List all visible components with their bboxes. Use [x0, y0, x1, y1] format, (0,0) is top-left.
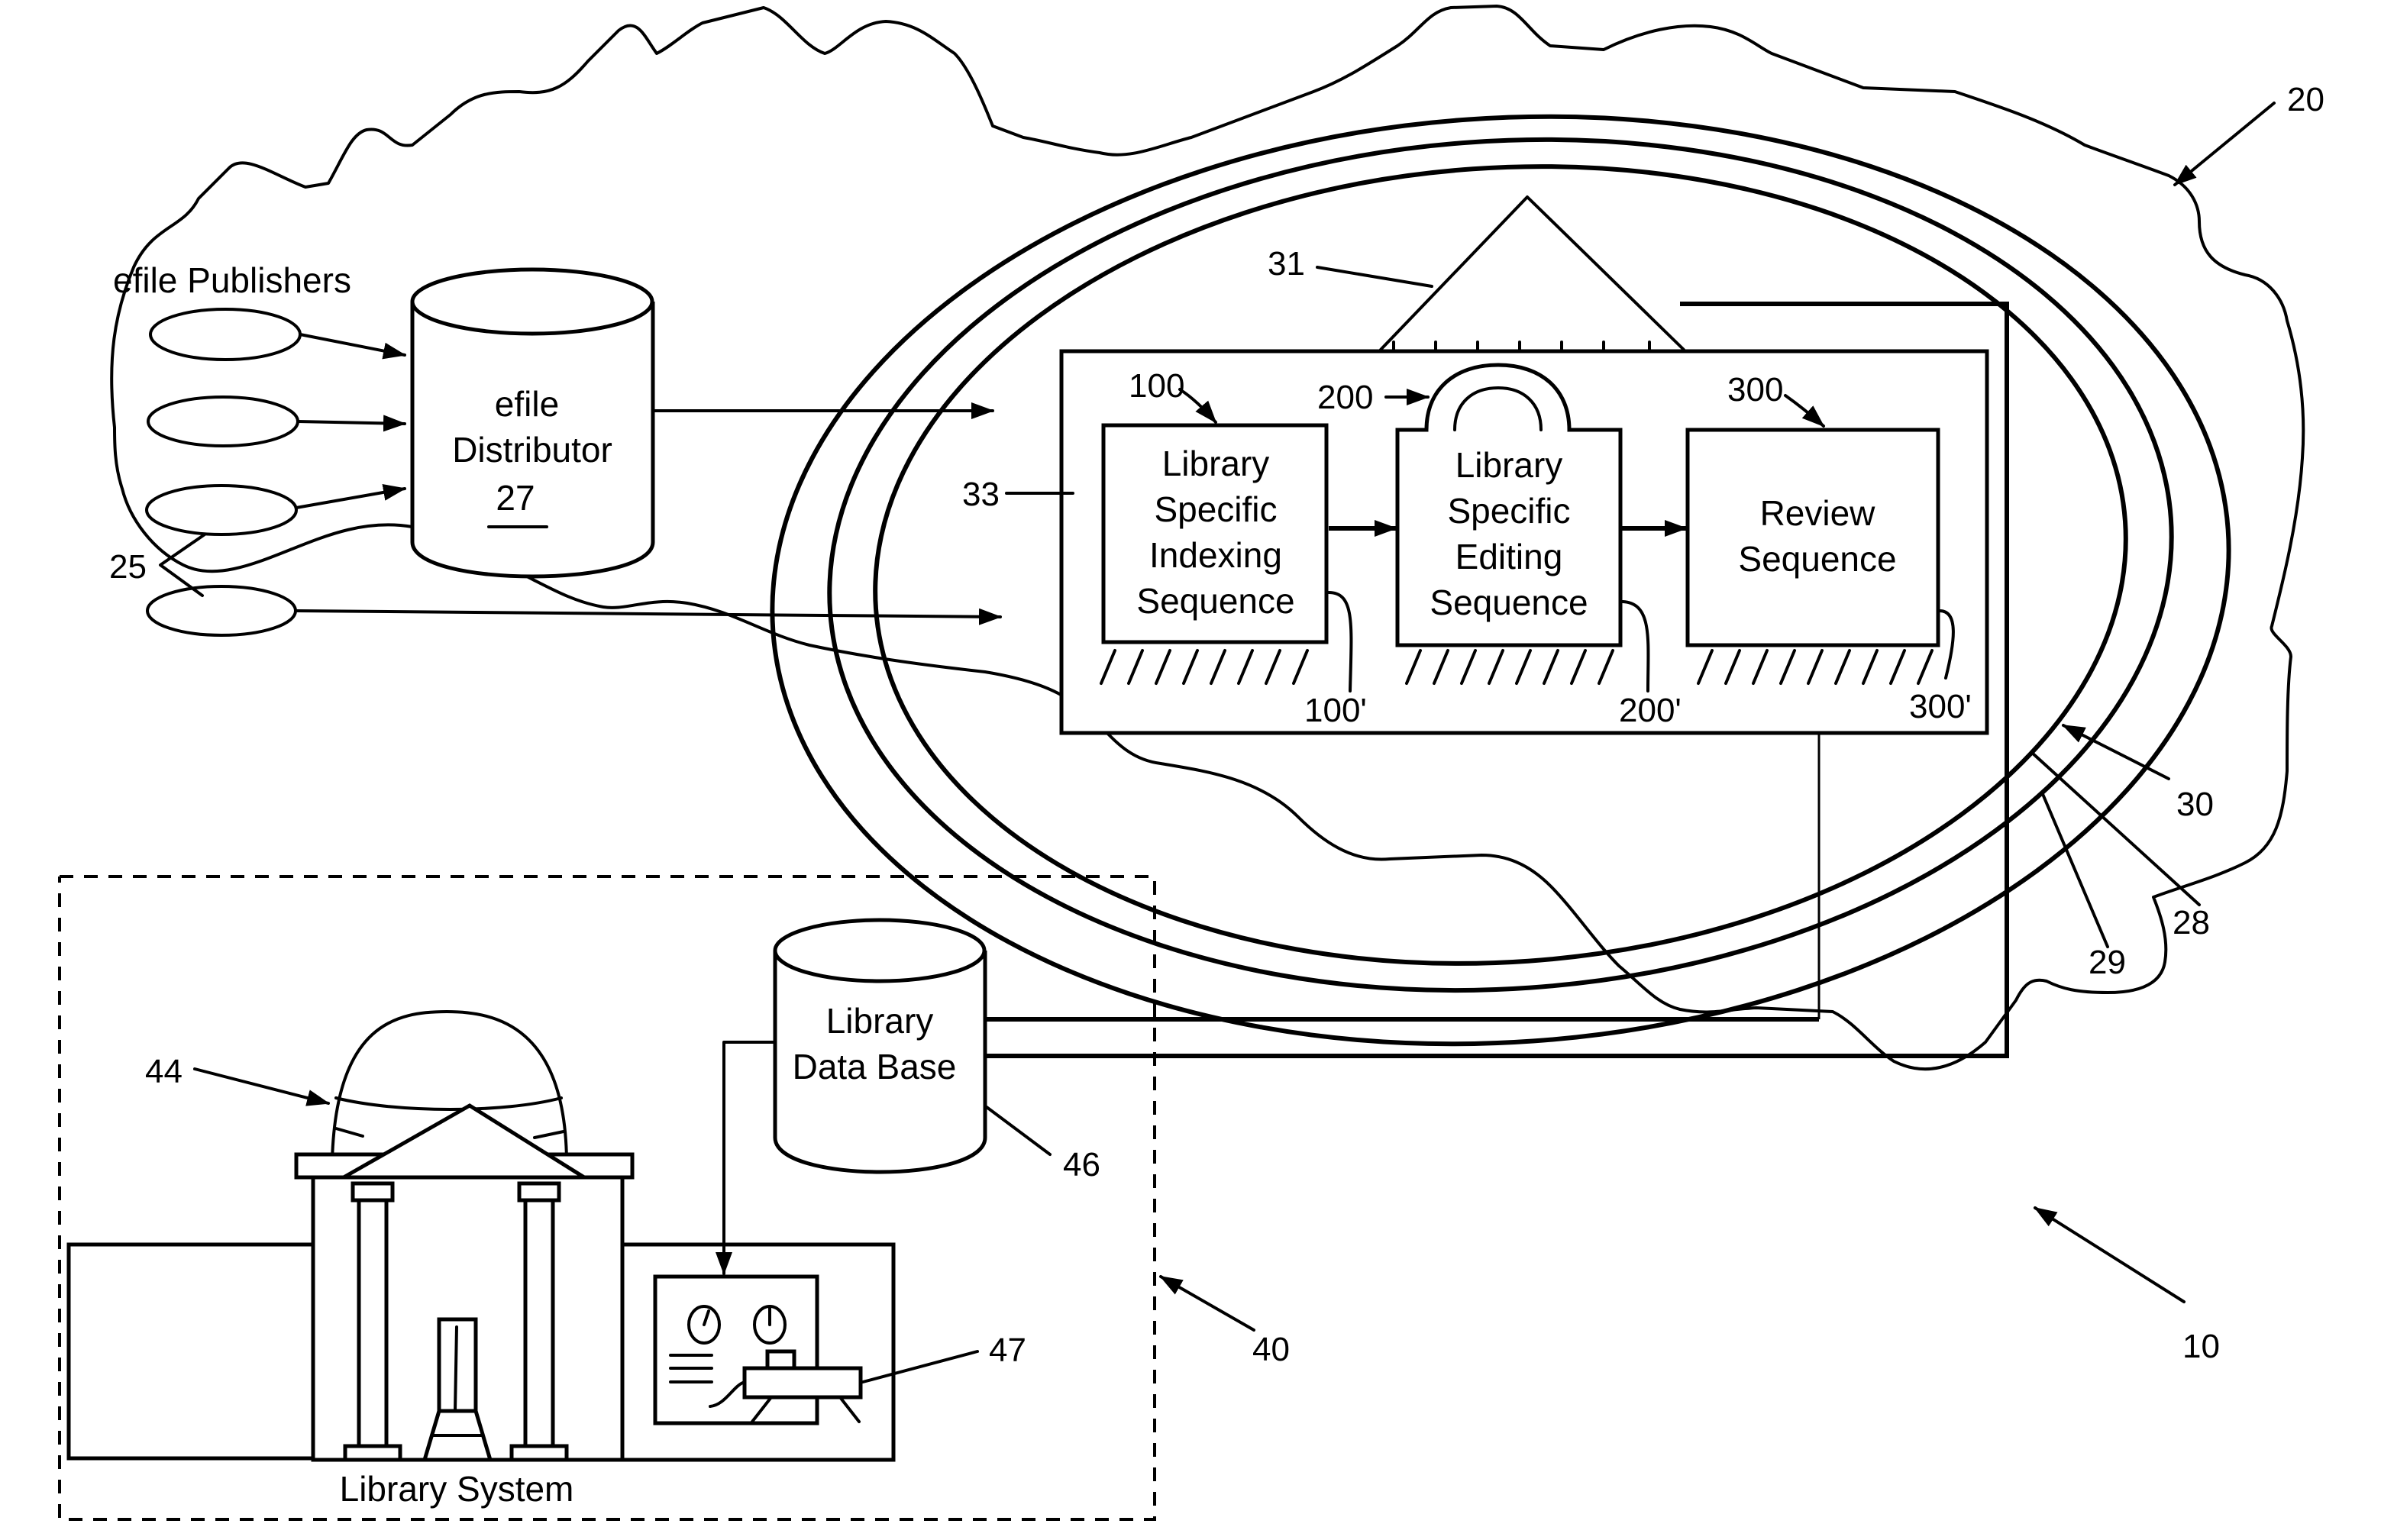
library-system-label: Library System — [340, 1469, 574, 1509]
label-300: 300 — [1727, 371, 1783, 408]
review-sequence-box — [1685, 428, 1940, 647]
leader-31 — [1316, 266, 1433, 288]
leader-46 — [985, 1106, 1052, 1156]
editing-line-3: Editing — [1455, 537, 1563, 576]
label-300-prime: 300' — [1909, 688, 1972, 725]
label-47: 47 — [989, 1332, 1026, 1369]
review-line-2: Sequence — [1738, 539, 1896, 579]
editing-line-4: Sequence — [1430, 583, 1588, 622]
distributor-line-2: Distributor — [452, 430, 612, 470]
label-10: 10 — [2182, 1328, 2220, 1365]
indexing-line-2: Specific — [1154, 489, 1277, 529]
arrow-publisher-1 — [299, 333, 406, 360]
label-44: 44 — [145, 1053, 183, 1090]
database-line-1: Library — [826, 1001, 934, 1041]
editing-line-1: Library — [1455, 445, 1563, 485]
label-28: 28 — [2173, 904, 2210, 941]
publishers-group — [145, 308, 302, 637]
label-100-prime: 100' — [1304, 692, 1367, 729]
arrow-publisher-2 — [296, 415, 406, 432]
publisher-ellipse — [146, 585, 297, 637]
leader-44 — [193, 1067, 330, 1106]
label-33: 33 — [962, 476, 1000, 513]
review-line-1: Review — [1760, 493, 1876, 533]
database-to-terminal-line — [716, 1041, 777, 1275]
arrow-publisher-3 — [295, 484, 406, 509]
publishers-label: efile Publishers — [113, 260, 351, 300]
indexing-line-3: Indexing — [1149, 535, 1282, 575]
label-100: 100 — [1129, 367, 1184, 405]
label-27: 27 — [496, 478, 535, 518]
database-line-2: Data Base — [793, 1047, 957, 1086]
library-database-cylinder — [773, 918, 987, 1174]
triangle-31 — [1379, 195, 1685, 351]
indexing-line-4: Sequence — [1136, 581, 1294, 621]
indexing-line-1: Library — [1162, 444, 1270, 483]
patent-figure: 31 33 Library Specific Indexing Sequence… — [58, 5, 2324, 1521]
label-40: 40 — [1252, 1331, 1290, 1368]
arrow-publisher-4-direct — [295, 608, 1002, 625]
distributor-line-1: efile — [495, 384, 559, 424]
label-200: 200 — [1317, 379, 1373, 416]
label-31: 31 — [1268, 245, 1305, 282]
publisher-ellipse — [147, 395, 299, 447]
leader-30 — [2062, 724, 2170, 780]
leader-10 — [2034, 1206, 2186, 1303]
label-20: 20 — [2287, 81, 2324, 118]
leader-20 — [2173, 102, 2276, 186]
label-25: 25 — [109, 548, 147, 586]
label-200-prime: 200' — [1619, 692, 1682, 729]
label-29: 29 — [2089, 944, 2126, 981]
publisher-ellipse — [149, 308, 302, 361]
leader-40 — [1159, 1275, 1255, 1332]
publisher-ellipse — [145, 484, 298, 536]
label-30: 30 — [2176, 786, 2214, 823]
editing-line-2: Specific — [1447, 491, 1570, 531]
label-46: 46 — [1063, 1146, 1100, 1183]
